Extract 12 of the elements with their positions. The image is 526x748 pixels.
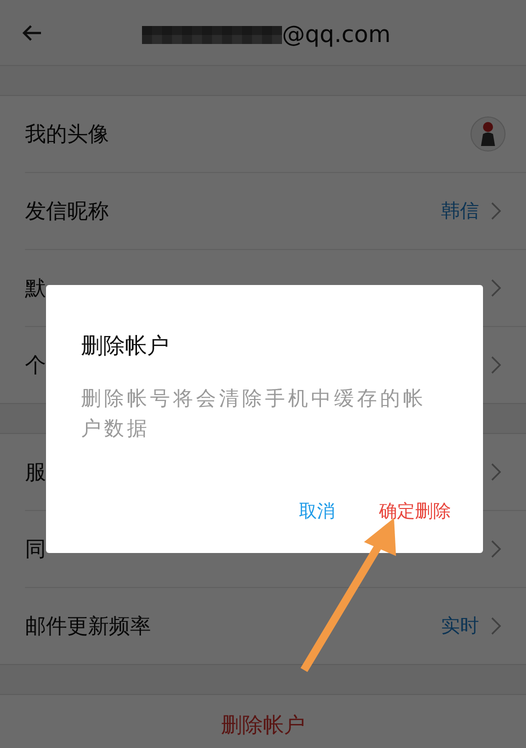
row-label: 服 — [25, 459, 47, 486]
row-label: 个 — [25, 352, 47, 379]
row-label: 默 — [25, 275, 47, 302]
row-label: 我的头像 — [25, 121, 110, 148]
row-value: 韩信 — [441, 199, 479, 224]
row-label: 同 — [25, 536, 47, 563]
row-value: 实时 — [441, 614, 479, 639]
row-label: 发信昵称 — [25, 198, 110, 225]
window-title: @qq.com — [282, 22, 391, 48]
row-label: 邮件更新频率 — [25, 613, 152, 640]
dialog-title: 删除帐户 — [81, 333, 170, 361]
dialog-message: 删除帐号将会清除手机中缓存的帐户数据 — [81, 385, 427, 442]
